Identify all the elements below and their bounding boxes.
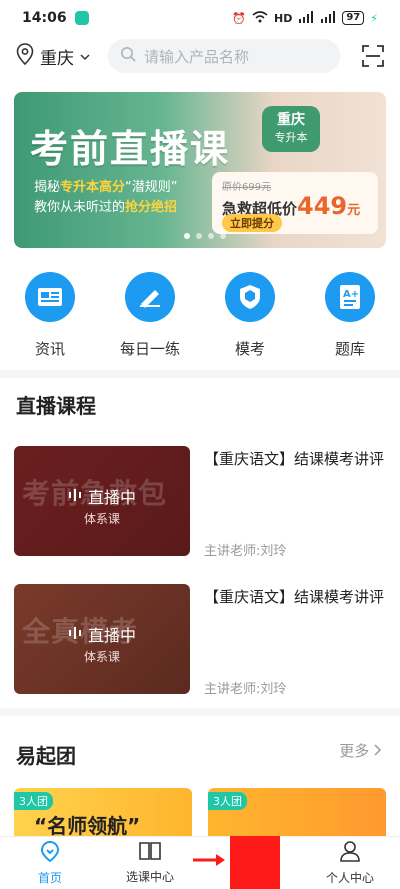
quick-entry-label: 每日一练	[119, 340, 180, 358]
carousel-dots	[184, 233, 226, 239]
tab-course-center[interactable]: 选课中心	[100, 837, 200, 889]
course-teacher: 主讲老师:刘玲	[204, 544, 287, 559]
city-name: 重庆	[40, 48, 74, 69]
battery-icon: 97	[342, 11, 365, 25]
tab-home[interactable]: 首页	[0, 837, 100, 889]
wifi-icon	[252, 10, 268, 26]
group-card[interactable]: 3人团	[208, 788, 386, 836]
banner-cta-button[interactable]: 立即提分	[222, 214, 282, 232]
deal-price-unit: 元	[347, 203, 361, 218]
banner-tag-type: 专升本	[274, 131, 308, 144]
quick-entry-question-bank[interactable]: A+ 题库	[310, 272, 390, 359]
book-icon	[139, 841, 161, 864]
promo-banner[interactable]: 考前直播课 重庆 专升本 揭秘专升本高分“潜规则” 教你从未听过的抢分绝招 原价…	[14, 92, 386, 248]
status-bar: 14:06 ⏰ HD 97 ⚡	[0, 0, 400, 36]
live-wave-icon	[68, 625, 82, 644]
chevron-right-icon	[374, 742, 382, 760]
live-indicator: 直播中	[68, 484, 136, 508]
signal-icon-2	[320, 10, 336, 26]
scan-icon[interactable]	[362, 45, 384, 67]
group-badge: 3人团	[208, 792, 247, 810]
original-price: 原价699元	[222, 182, 272, 193]
signal-icon	[298, 10, 314, 26]
banner-line2-pre: 教你从未听过的	[34, 200, 126, 215]
news-icon	[25, 272, 75, 322]
hd-label: HD	[274, 11, 293, 25]
course-teacher: 主讲老师:刘玲	[204, 682, 287, 697]
group-badge: 3人团	[14, 792, 53, 810]
status-indicators: ⏰ HD 97 ⚡	[232, 10, 378, 26]
course-thumbnail: 考前急救包 直播中 体系课	[14, 446, 190, 556]
tab-profile[interactable]: 个人中心	[300, 837, 400, 889]
course-type: 体系课	[84, 512, 121, 526]
section-divider	[0, 708, 400, 716]
search-input[interactable]: 请输入产品名称	[108, 39, 340, 73]
city-selector[interactable]: 重庆	[16, 42, 108, 70]
course-card[interactable]: 全真模考 直播中 体系课 【重庆语文】结课模考讲评 主讲老师:刘玲	[14, 584, 386, 697]
tab-label: 首页	[37, 871, 62, 885]
live-label: 直播中	[88, 488, 137, 507]
course-title: 【重庆语文】结课模考讲评	[204, 588, 385, 606]
live-indicator: 直播中	[68, 622, 136, 646]
tab-label: 个人中心	[325, 871, 374, 885]
banner-line1-post: “潜规则”	[125, 180, 178, 195]
banner-subtitle-2: 教你从未听过的抢分绝招	[34, 196, 177, 215]
banner-region-tag: 重庆 专升本	[262, 106, 320, 152]
tab-label: 选课中心	[125, 870, 174, 884]
live-section-title: 直播课程	[16, 394, 96, 418]
more-link[interactable]: 更多	[339, 740, 382, 761]
shield-icon	[225, 272, 275, 322]
banner-line1-pre: 揭秘	[34, 180, 61, 195]
annotation-arrow-icon	[193, 854, 225, 866]
banner-line1-highlight: 专升本高分	[60, 180, 126, 195]
app-notification-icon	[74, 11, 89, 25]
carousel-dot[interactable]	[220, 233, 226, 239]
charging-icon: ⚡	[370, 11, 378, 25]
question-bank-icon: A+	[325, 272, 375, 322]
quick-entry-news[interactable]: 资讯	[10, 272, 90, 359]
course-thumbnail: 全真模考 直播中 体系课	[14, 584, 190, 694]
search-placeholder: 请输入产品名称	[144, 47, 250, 66]
chevron-down-icon	[80, 46, 90, 66]
banner-line2-highlight: 抢分绝招	[125, 200, 178, 215]
course-title: 【重庆语文】结课模考讲评	[204, 450, 385, 468]
quick-entry-mock-exam[interactable]: 模考	[210, 272, 290, 359]
group-card-text: “名师领航”	[34, 814, 141, 836]
group-section-title: 易起团	[16, 744, 76, 768]
banner-title: 考前直播课	[30, 127, 231, 171]
carousel-dot[interactable]	[184, 233, 190, 239]
status-time: 14:06	[22, 10, 67, 26]
more-label: 更多	[339, 742, 370, 760]
banner-subtitle-1: 揭秘专升本高分“潜规则”	[34, 176, 178, 195]
quick-entry-label: 题库	[334, 340, 365, 358]
banner-price-box: 原价699元 急救超低价449元 立即提分	[212, 172, 378, 234]
course-card[interactable]: 考前急救包 直播中 体系课 【重庆语文】结课模考讲评 主讲老师:刘玲	[14, 446, 386, 559]
carousel-dot[interactable]	[196, 233, 202, 239]
quick-entry-label: 资讯	[34, 340, 65, 358]
banner-tag-city: 重庆	[277, 112, 305, 128]
quick-entry-daily-practice[interactable]: 每日一练	[110, 272, 190, 359]
person-icon	[339, 840, 361, 865]
search-icon	[120, 46, 136, 66]
carousel-dot[interactable]	[208, 233, 214, 239]
svg-text:A+: A+	[343, 289, 359, 300]
alarm-icon: ⏰	[232, 11, 246, 25]
deal-price-number: 449	[297, 192, 348, 220]
live-label: 直播中	[88, 626, 137, 645]
pen-icon	[125, 272, 175, 322]
quick-entry-row: 资讯 每日一练 模考 A+ 题库	[0, 272, 400, 359]
section-divider	[0, 370, 400, 378]
location-pin-icon	[16, 42, 34, 70]
live-wave-icon	[68, 487, 82, 506]
course-type: 体系课	[84, 650, 121, 664]
annotation-redaction-box	[230, 836, 280, 889]
home-icon	[39, 840, 61, 865]
top-bar: 重庆 请输入产品名称	[0, 38, 400, 74]
quick-entry-label: 模考	[234, 340, 265, 358]
group-card[interactable]: 3人团 “名师领航”	[14, 788, 192, 836]
